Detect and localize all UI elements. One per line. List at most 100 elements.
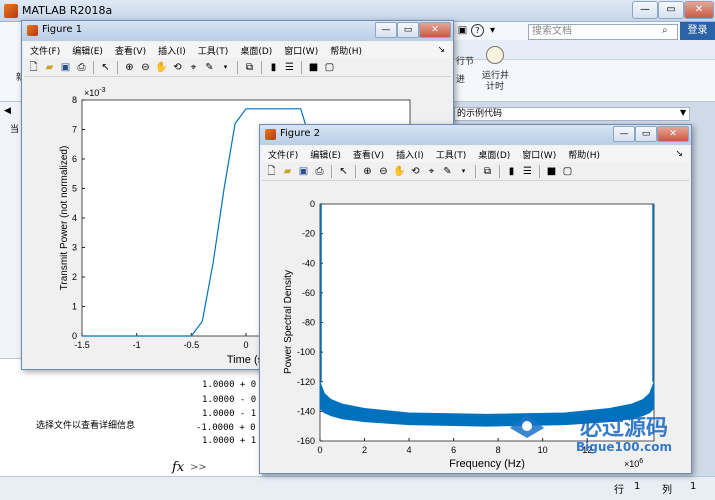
legend-icon[interactable]: ☰	[521, 165, 534, 178]
brush-icon[interactable]: ✎	[203, 61, 216, 74]
menu-edit[interactable]: 编辑(E)	[66, 44, 109, 57]
maximize-button[interactable]: ▭	[658, 1, 684, 19]
command-output-line: 1.0000 - 0	[202, 395, 257, 405]
menu-desktop[interactable]: 桌面(D)	[472, 148, 516, 161]
data-cursor-icon[interactable]: ⌖	[187, 61, 200, 74]
toolbar-separator	[475, 165, 476, 178]
rotate-3d-icon[interactable]: ⟲	[409, 165, 422, 178]
close-button[interactable]: ✕	[657, 126, 689, 142]
dropdown-icon[interactable]: ▾	[486, 24, 499, 37]
back-arrow-icon[interactable]: ◀	[4, 106, 11, 116]
chevron-down-icon[interactable]: ▼	[680, 108, 686, 117]
menu-tools[interactable]: 工具(T)	[430, 148, 473, 161]
rotate-3d-icon[interactable]: ⟲	[171, 61, 184, 74]
zoom-in-icon[interactable]: ⊕	[123, 61, 136, 74]
zoom-out-icon[interactable]: ⊖	[377, 165, 390, 178]
dropdown-icon[interactable]: ▾	[219, 61, 232, 74]
pan-hand-icon[interactable]: ✋	[155, 61, 168, 74]
zoom-in-icon[interactable]: ⊕	[361, 165, 374, 178]
print-icon[interactable]: ⎙	[313, 165, 326, 178]
figure-titlebar[interactable]: Figure 1 — ▭ ✕	[22, 21, 453, 41]
y-tick-label: 8	[72, 95, 77, 105]
menu-insert[interactable]: 插入(I)	[152, 44, 192, 57]
print-icon[interactable]: ⎙	[75, 61, 88, 74]
minimize-button[interactable]: —	[632, 1, 658, 19]
search-input[interactable]: 搜索文档	[528, 24, 678, 40]
hide-plot-tools-icon[interactable]: ■	[545, 165, 558, 178]
y-tick-label: -140	[297, 406, 315, 416]
y-tick-label: -20	[302, 229, 315, 239]
colorbar-icon[interactable]: ▮	[505, 165, 518, 178]
edit-plot-arrow-icon[interactable]: ↖	[99, 61, 112, 74]
new-figure-icon[interactable]: 🗋	[265, 165, 278, 178]
brush-icon[interactable]: ✎	[441, 165, 454, 178]
menu-help[interactable]: 帮助(H)	[324, 44, 368, 57]
dock-arrow-icon[interactable]: ↘	[669, 149, 689, 159]
app-title: MATLAB R2018a	[22, 4, 113, 17]
open-file-icon[interactable]: ▰	[43, 61, 56, 74]
function-browser-icon[interactable]: fx	[172, 460, 184, 475]
menu-window[interactable]: 窗口(W)	[278, 44, 324, 57]
x-tick-label: 6	[451, 445, 456, 455]
new-figure-icon[interactable]: 🗋	[27, 61, 40, 74]
example-code-bar[interactable]: 的示例代码	[454, 107, 690, 121]
menu-edit[interactable]: 编辑(E)	[304, 148, 347, 161]
hide-plot-tools-icon[interactable]: ■	[307, 61, 320, 74]
toolbar-separator	[355, 165, 356, 178]
search-icon[interactable]: ⌕	[662, 25, 668, 36]
help-icon[interactable]: ?	[471, 24, 484, 37]
run-and-time-label-2[interactable]: 计时	[486, 79, 504, 92]
dock-arrow-icon[interactable]: ↘	[431, 45, 451, 55]
menu-window[interactable]: 窗口(W)	[516, 148, 562, 161]
run-and-time-icon[interactable]	[486, 46, 504, 64]
menu-view[interactable]: 查看(V)	[347, 148, 390, 161]
ribbon-advance-label[interactable]: 进	[456, 72, 465, 85]
minimize-button[interactable]: —	[375, 22, 397, 38]
save-icon[interactable]: ▣	[456, 24, 469, 37]
command-output-line: 1.0000 + 1	[202, 436, 257, 446]
figure-toolbar: 🗋 ▰ ▣ ⎙ ↖ ⊕ ⊖ ✋ ⟲ ⌖ ✎ ▾ ⧉ ▮ ☰ ■ ▢	[24, 59, 451, 77]
ribbon-section-label[interactable]: 行节	[456, 54, 474, 67]
figure-titlebar[interactable]: Figure 2 — ▭ ✕	[260, 125, 691, 145]
command-prompt[interactable]: >>	[190, 462, 207, 473]
maximize-button[interactable]: ▭	[397, 22, 419, 38]
menu-tools[interactable]: 工具(T)	[192, 44, 235, 57]
y-tick-label: 0	[310, 199, 315, 209]
y-exponent-label: ×10-3	[84, 87, 106, 98]
data-cursor-icon[interactable]: ⌖	[425, 165, 438, 178]
x-tick-label: 0	[317, 445, 322, 455]
status-row-label: 行	[614, 485, 624, 496]
show-plot-tools-icon[interactable]: ▢	[323, 61, 336, 74]
maximize-button[interactable]: ▭	[635, 126, 657, 142]
menu-desktop[interactable]: 桌面(D)	[234, 44, 278, 57]
login-button[interactable]: 登录	[680, 22, 715, 40]
save-icon[interactable]: ▣	[59, 61, 72, 74]
edit-plot-arrow-icon[interactable]: ↖	[337, 165, 350, 178]
close-button[interactable]: ✕	[684, 1, 714, 19]
menu-insert[interactable]: 插入(I)	[390, 148, 430, 161]
menu-help[interactable]: 帮助(H)	[562, 148, 606, 161]
y-tick-label: -100	[297, 347, 315, 357]
save-icon[interactable]: ▣	[297, 165, 310, 178]
y-tick-label: -40	[302, 258, 315, 268]
link-plot-icon[interactable]: ⧉	[243, 61, 256, 74]
toolbar-separator	[261, 61, 262, 74]
close-button[interactable]: ✕	[419, 22, 451, 38]
minimize-button[interactable]: —	[613, 126, 635, 142]
y-axis-label: Transmit Power (not normalized)	[59, 146, 70, 291]
dropdown-icon[interactable]: ▾	[457, 165, 470, 178]
toolbar-separator	[331, 165, 332, 178]
legend-icon[interactable]: ☰	[283, 61, 296, 74]
zoom-out-icon[interactable]: ⊖	[139, 61, 152, 74]
menu-file[interactable]: 文件(F)	[262, 148, 304, 161]
open-file-icon[interactable]: ▰	[281, 165, 294, 178]
pan-hand-icon[interactable]: ✋	[393, 165, 406, 178]
matlab-logo-icon	[4, 4, 18, 18]
y-tick-label: -80	[302, 318, 315, 328]
matlab-logo-icon	[265, 129, 276, 140]
show-plot-tools-icon[interactable]: ▢	[561, 165, 574, 178]
menu-file[interactable]: 文件(F)	[24, 44, 66, 57]
link-plot-icon[interactable]: ⧉	[481, 165, 494, 178]
colorbar-icon[interactable]: ▮	[267, 61, 280, 74]
menu-view[interactable]: 查看(V)	[109, 44, 152, 57]
